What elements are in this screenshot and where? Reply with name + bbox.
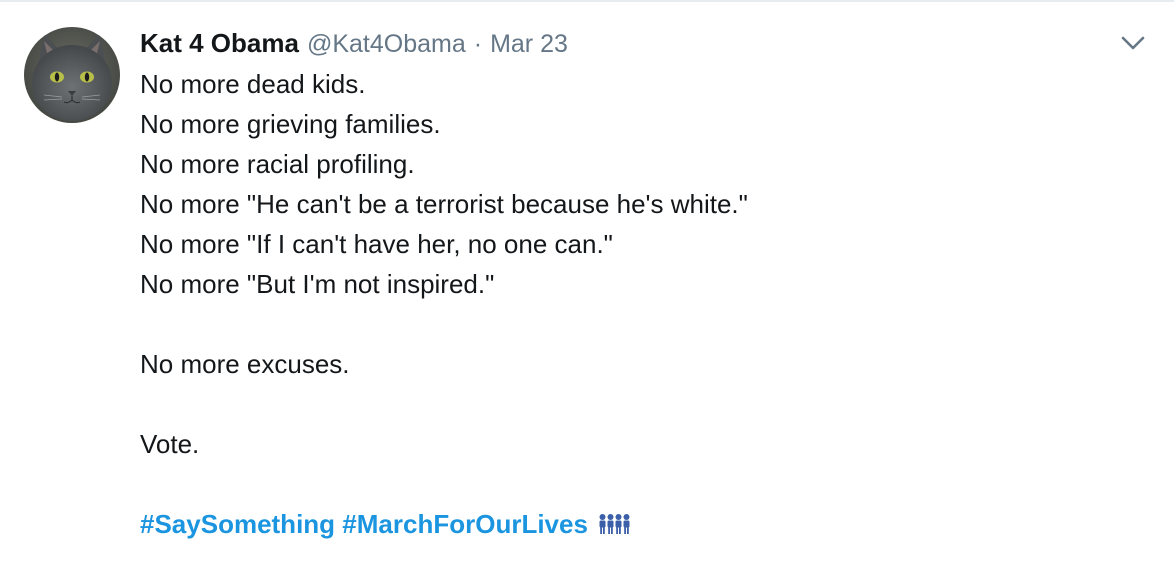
- tweet-text: No more dead kids. No more grieving fami…: [140, 64, 1140, 544]
- tweet-line: No more "He can't be a terrorist because…: [140, 189, 748, 219]
- tweet-line: No more "But I'm not inspired.": [140, 269, 495, 299]
- tweet-line: No more racial profiling.: [140, 149, 415, 179]
- tweet-header: Kat 4 Obama @Kat4Obama · Mar 23: [140, 28, 568, 58]
- separator-dot: ·: [473, 30, 483, 58]
- cat-avatar-image: [24, 27, 120, 123]
- people-marching-icon: [598, 506, 632, 546]
- hashtag-saysomething[interactable]: #SaySomething: [140, 509, 335, 539]
- tweet-line: No more dead kids.: [140, 69, 366, 99]
- hashtag-row: #SaySomething #MarchForOurLives: [140, 504, 1140, 544]
- tweet-line: No more "If I can't have her, no one can…: [140, 229, 613, 259]
- hashtag-marchforourlives[interactable]: #MarchForOurLives: [342, 509, 588, 539]
- tweet-date[interactable]: Mar 23: [490, 30, 568, 59]
- tweet-line-excuses: No more excuses.: [140, 349, 350, 379]
- user-handle[interactable]: @Kat4Obama: [307, 30, 466, 59]
- avatar[interactable]: [24, 27, 120, 123]
- tweet-card[interactable]: Kat 4 Obama @Kat4Obama · Mar 23 No more …: [0, 0, 1174, 568]
- display-name[interactable]: Kat 4 Obama: [140, 28, 299, 59]
- chevron-down-icon[interactable]: [1118, 30, 1148, 56]
- tweet-line: No more grieving families.: [140, 109, 441, 139]
- tweet-line-vote: Vote.: [140, 429, 200, 459]
